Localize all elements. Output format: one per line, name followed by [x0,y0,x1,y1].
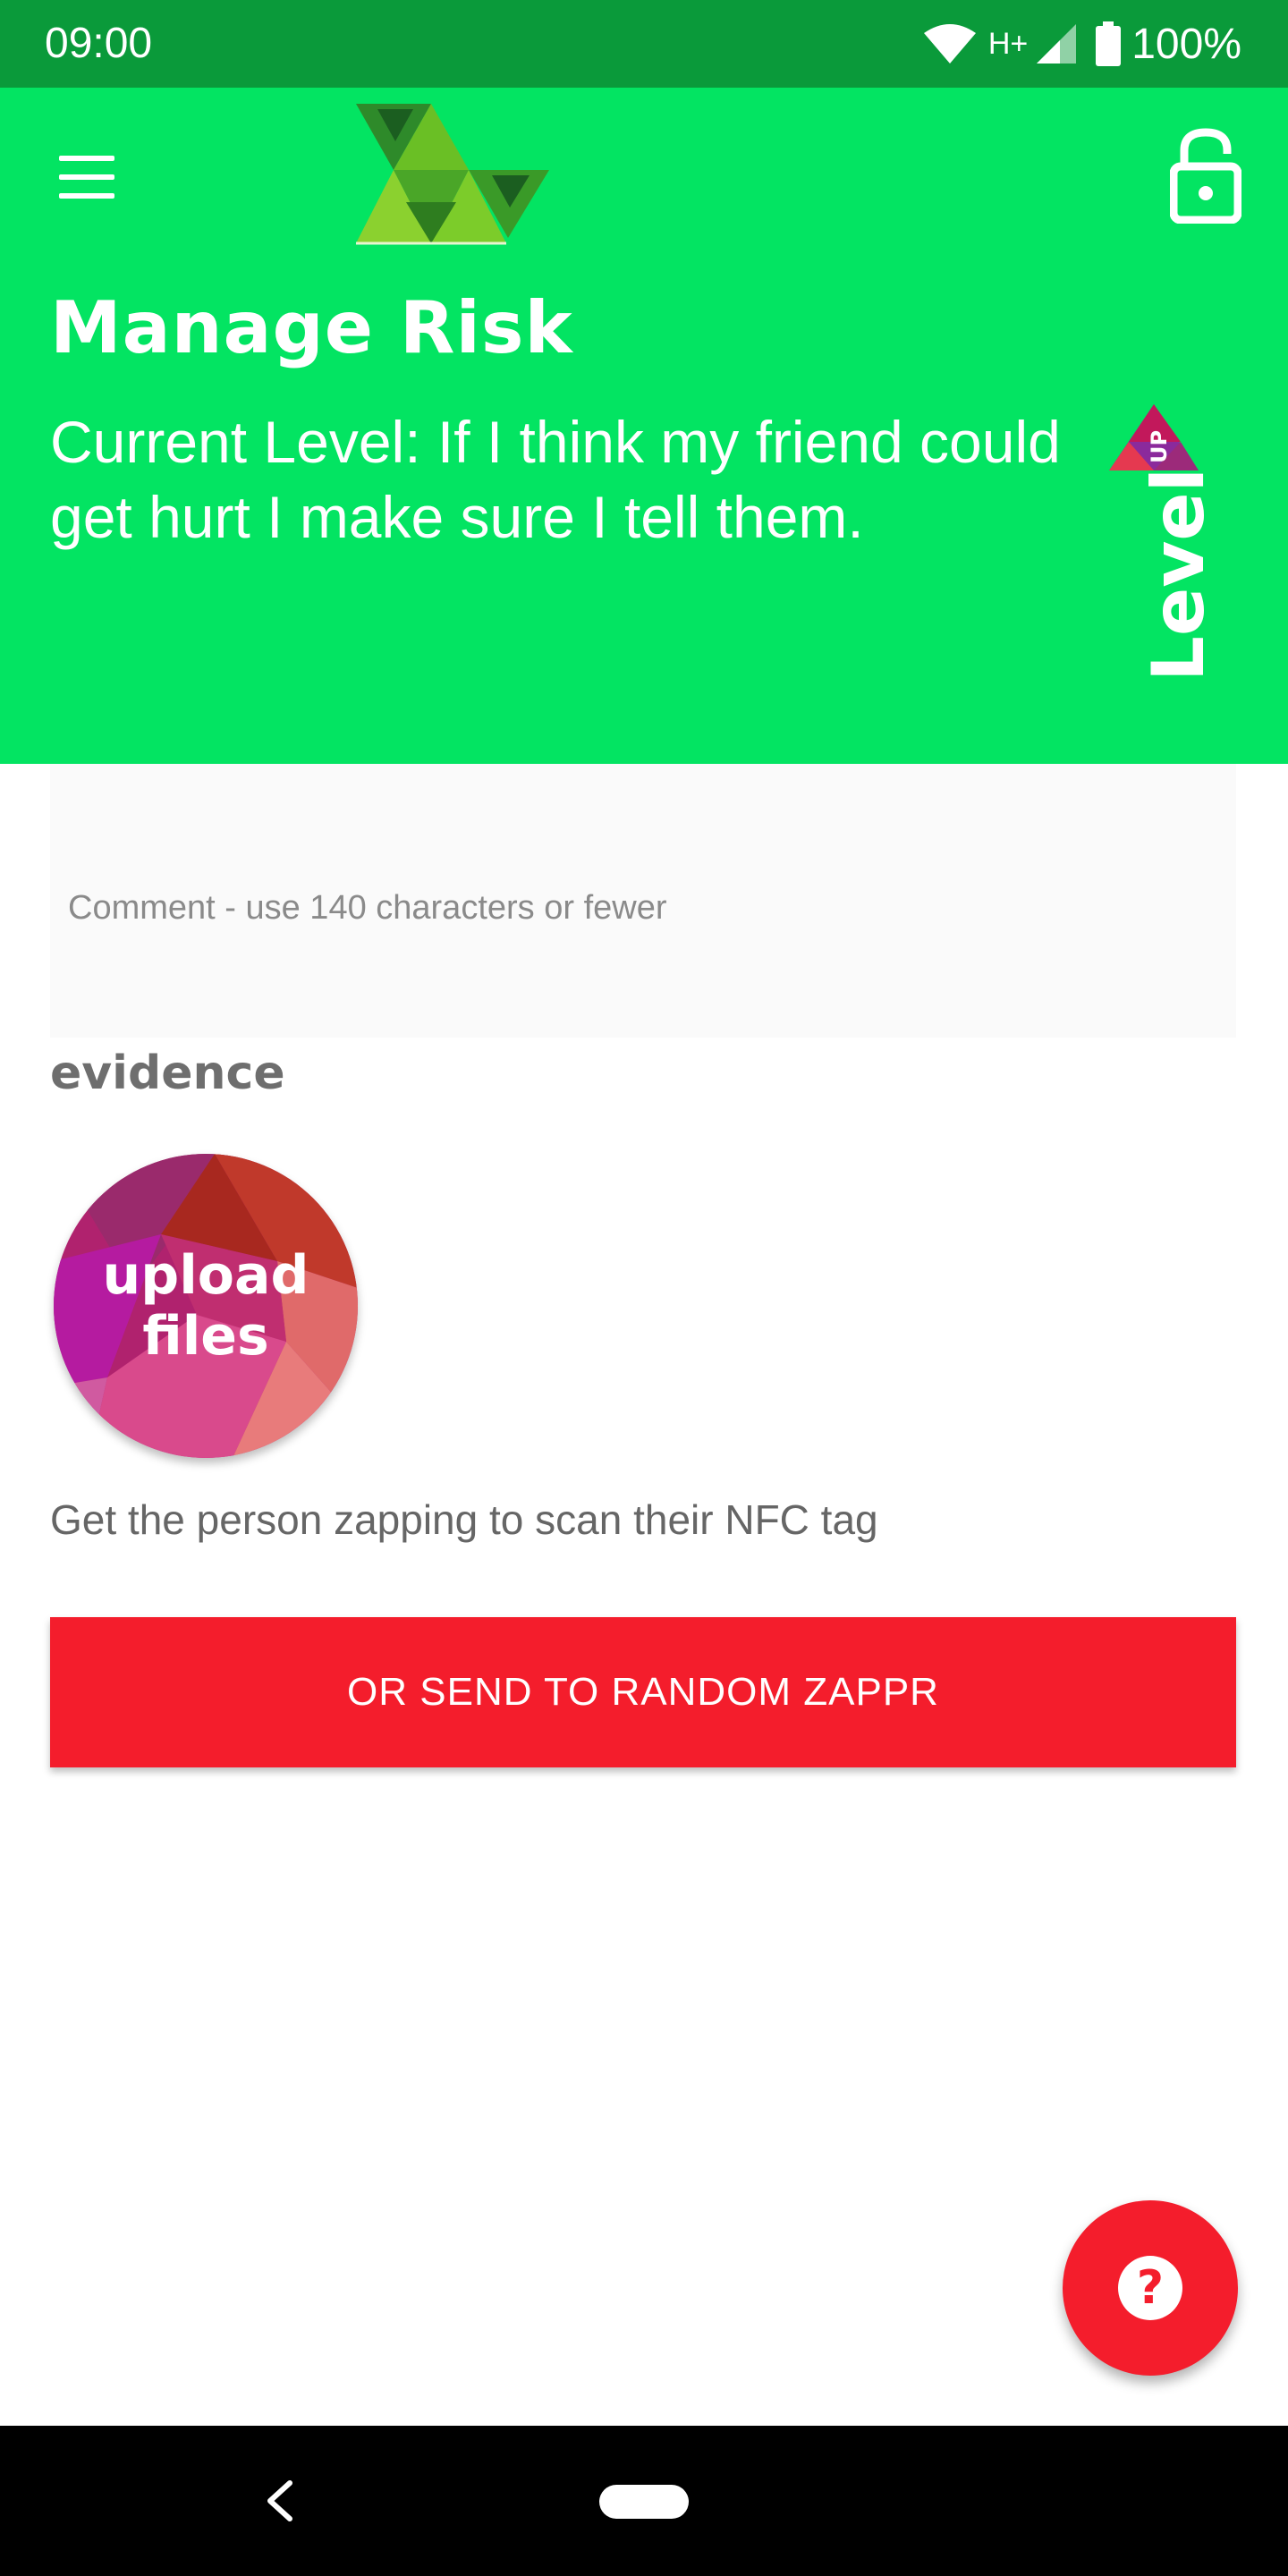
status-time: 09:00 [45,20,153,67]
help-button[interactable]: ? [1063,2200,1238,2376]
upload-label-line2: files [142,1305,269,1368]
upload-files-button[interactable]: upload files [54,1154,358,1458]
nfc-hint-text: Get the person zapping to scan their NFC… [50,1496,878,1543]
network-type: H+ [987,26,1029,61]
send-to-random-zappr-button[interactable]: OR SEND TO RANDOM ZAPPR [50,1617,1236,1767]
unlock-icon[interactable] [1170,127,1241,224]
app-screen: 09:00 H+ 100% Manage Risk Current Level:… [0,0,1288,2576]
level-up-button[interactable]: UP Level [1109,404,1220,708]
comment-input[interactable] [66,871,1215,945]
evidence-heading: evidence [50,1046,285,1100]
page-title: Manage Risk [50,286,573,369]
back-chevron-icon[interactable] [261,2476,297,2526]
status-bar: 09:00 H+ 100% [0,0,1288,88]
current-level-text: Current Level: If I think my friend coul… [50,409,1061,550]
triangles-logo-icon [356,104,549,245]
home-pill-icon[interactable] [599,2485,689,2519]
wifi-icon [923,24,976,64]
signal-icon [1037,24,1077,64]
level-up-badge-text: UP [1147,430,1172,463]
level-up-badge-icon: UP [1109,404,1199,470]
app-header: Manage Risk Current Level: If I think my… [0,88,1288,764]
upload-files-label: upload files [54,1154,358,1458]
hamburger-menu-icon[interactable] [55,152,118,202]
battery-percentage: 100% [1131,20,1241,68]
battery-icon [1096,21,1122,66]
level-up-text: Level [1137,467,1220,682]
system-nav-bar [0,2426,1288,2576]
comment-field [50,764,1236,1038]
status-icons: H+ 100% [923,18,1241,70]
question-mark-icon: ? [1118,2256,1182,2320]
upload-label-line1: upload [102,1244,309,1307]
